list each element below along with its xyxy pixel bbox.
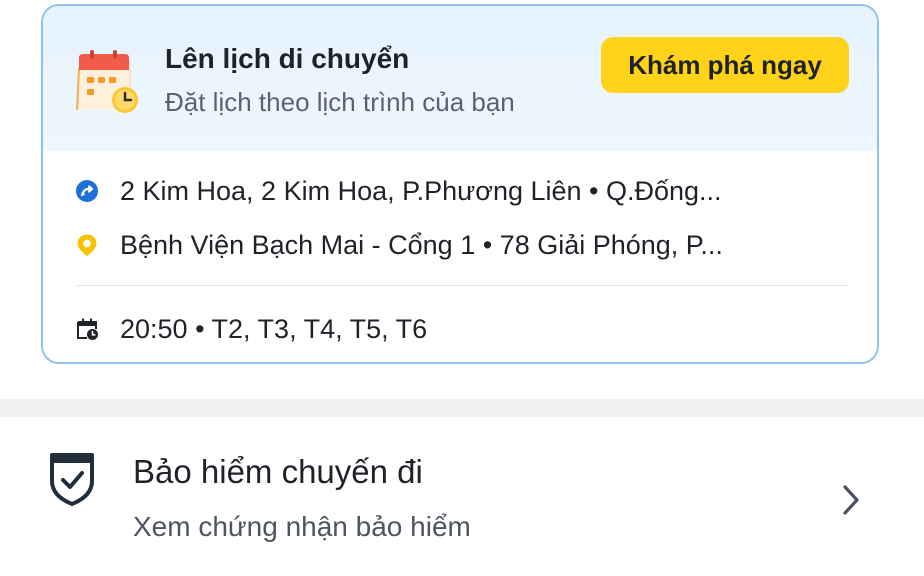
section-divider [0, 399, 924, 417]
destination-address: Bệnh Viện Bạch Mai - Cổng 1 • 78 Giải Ph… [120, 229, 723, 260]
card-divider [75, 285, 849, 286]
insurance-title: Bảo hiểm chuyến đi [133, 453, 423, 490]
calendar-clock-icon [77, 318, 98, 340]
schedule-title: Lên lịch di chuyển [165, 43, 410, 74]
pickup-address: 2 Kim Hoa, 2 Kim Hoa, P.Phương Liên • Q.… [120, 175, 722, 206]
pickup-pin-icon [76, 180, 98, 202]
schedule-card[interactable]: Lên lịch di chuyển Đặt lịch theo lịch tr… [41, 4, 879, 364]
schedule-time-row[interactable]: 20:50 • T2, T3, T4, T5, T6 [75, 309, 427, 349]
destination-pin-icon [77, 234, 97, 256]
destination-location-row[interactable]: Bệnh Viện Bạch Mai - Cổng 1 • 78 Giải Ph… [75, 225, 723, 265]
calendar-illustration-icon [76, 50, 138, 113]
chevron-right-icon[interactable] [838, 483, 864, 517]
shield-check-icon [50, 453, 94, 506]
pickup-location-row[interactable]: 2 Kim Hoa, 2 Kim Hoa, P.Phương Liên • Q.… [75, 171, 722, 211]
trip-insurance-row[interactable]: Bảo hiểm chuyến đi Xem chứng nhận bảo hi… [0, 417, 924, 576]
insurance-subtitle: Xem chứng nhận bảo hiểm [133, 511, 471, 542]
schedule-subtitle: Đặt lịch theo lịch trình của bạn [165, 87, 515, 117]
schedule-card-header: Lên lịch di chuyển Đặt lịch theo lịch tr… [43, 6, 877, 151]
explore-now-button[interactable]: Khám phá ngay [601, 37, 849, 93]
schedule-time: 20:50 • T2, T3, T4, T5, T6 [120, 313, 428, 344]
